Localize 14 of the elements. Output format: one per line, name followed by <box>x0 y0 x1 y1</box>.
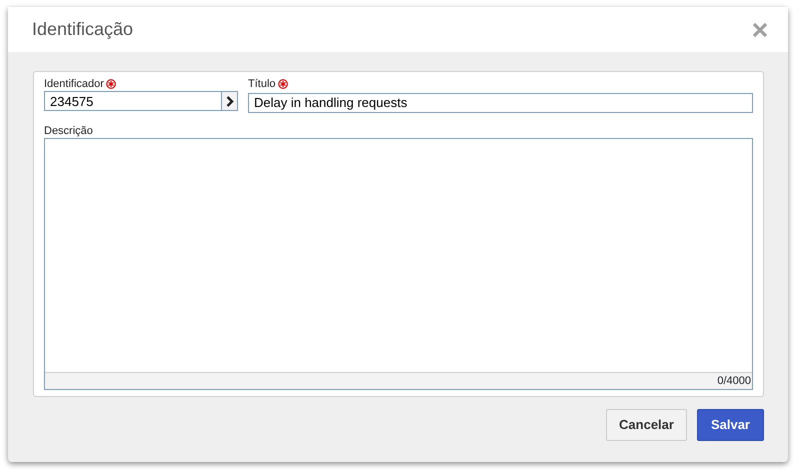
dialog-title: Identificação <box>32 18 134 41</box>
save-button[interactable]: Salvar <box>696 409 764 441</box>
field-label: Título <box>248 78 276 91</box>
chevron-right-icon <box>226 96 234 106</box>
field-label: Identificador <box>44 78 104 91</box>
cancel-button[interactable]: Cancelar <box>606 409 687 441</box>
identifier-field[interactable]: 234575 <box>44 91 222 111</box>
go-button[interactable] <box>222 91 238 111</box>
title-field[interactable]: Delay in handling requests <box>248 92 753 112</box>
description-field[interactable]: 0/4000 <box>44 138 753 390</box>
character-counter: 0/4000 <box>717 375 751 387</box>
close-icon <box>752 22 768 38</box>
field-label: Descrição <box>44 125 93 138</box>
close-button[interactable] <box>752 22 768 38</box>
